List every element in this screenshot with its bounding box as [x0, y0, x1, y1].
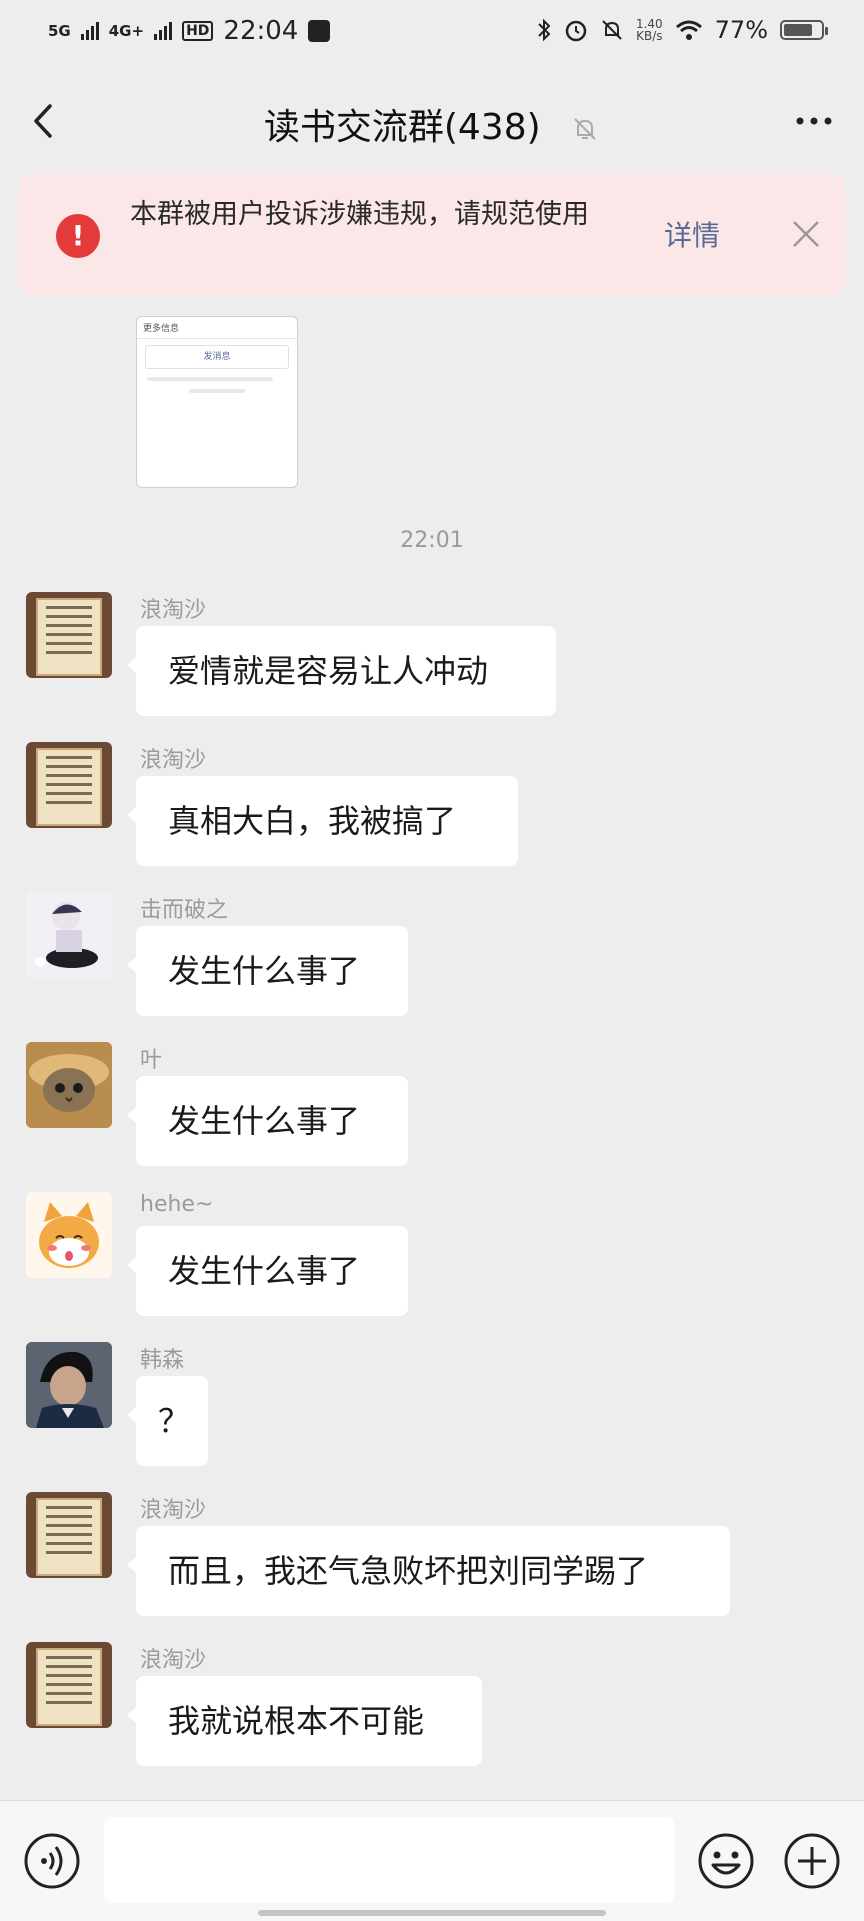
message-bubble[interactable]: ？ [127, 1376, 208, 1466]
battery-icon [780, 20, 828, 40]
shared-screenshot-card[interactable]: 更多信息 发消息 [136, 316, 298, 488]
framed-board-avatar[interactable] [26, 742, 112, 828]
sender-name: 浪淘沙 [140, 1498, 207, 1523]
framed-board-avatar[interactable] [26, 1492, 112, 1578]
notice-text: 本群被用户投诉涉嫌违规，请规范使用 [130, 199, 589, 230]
input-bar [0, 1800, 864, 1921]
battery-percent: 77% [714, 16, 768, 44]
message-item: 浪淘沙 真相大白，我被搞了 [0, 742, 864, 882]
wifi-icon [675, 20, 702, 40]
page-title-wrap: 读书交流群(438) [0, 98, 864, 150]
message-bubble[interactable]: 爱情就是容易让人冲动 [127, 626, 556, 716]
alarm-icon [565, 20, 587, 42]
notice-detail-link[interactable]: 详情 [664, 214, 720, 254]
message-bubble[interactable]: 发生什么事了 [127, 1076, 408, 1166]
framed-board-avatar[interactable] [26, 592, 112, 678]
warning-icon: ! [56, 214, 100, 258]
emoji-icon[interactable] [696, 1831, 756, 1891]
framed-board-avatar[interactable] [26, 1642, 112, 1728]
violation-notice: ! 本群被用户投诉涉嫌违规，请规范使用 详情 [18, 174, 846, 296]
voice-icon[interactable] [22, 1831, 82, 1891]
message-item: 浪淘沙 爱情就是容易让人冲动 [0, 592, 864, 732]
close-icon[interactable] [784, 212, 828, 256]
bluetooth-icon [538, 18, 551, 42]
cat-avatar[interactable] [26, 1042, 112, 1128]
message-bubble[interactable]: 发生什么事了 [127, 1226, 408, 1316]
message-item: 韩森 ？ [0, 1342, 864, 1482]
sender-name: 韩森 [140, 1348, 185, 1373]
status-left: 5G 4G+ HD 22:04 [48, 16, 331, 46]
plus-icon[interactable] [782, 1831, 842, 1891]
shiba-avatar-image [26, 1192, 112, 1278]
network-5g-label: 5G [48, 22, 71, 40]
chat-area[interactable]: 更多信息 发消息 22:01 浪淘沙 爱情就是容易让人冲动 浪淘沙 真相大白，我… [0, 310, 864, 1800]
message-item: 叶 发生什么事了 [0, 1042, 864, 1182]
shiba-avatar[interactable] [26, 1192, 112, 1278]
more-icon[interactable] [786, 96, 842, 146]
preview-button: 发消息 [145, 345, 289, 369]
preview-header: 更多信息 [137, 317, 297, 339]
battery-fill [784, 24, 812, 36]
anime-avatar[interactable] [26, 892, 112, 978]
boy-avatar[interactable] [26, 1342, 112, 1428]
sender-name: hehe~ [140, 1192, 214, 1217]
network-4g-label: 4G+ [108, 22, 145, 40]
message-bubble[interactable]: 真相大白，我被搞了 [127, 776, 518, 866]
nav-bar: 读书交流群(438) [0, 68, 864, 174]
status-right: 1.40 KB/s 77% [536, 16, 828, 44]
status-bar: 5G 4G+ HD 22:04 1.40 KB/s 77% [0, 0, 864, 68]
clock: 22:04 [223, 16, 299, 46]
message-item: 浪淘沙 而且，我还气急败坏把刘同学踢了 [0, 1492, 864, 1632]
sender-name: 浪淘沙 [140, 1648, 207, 1673]
home-indicator[interactable] [258, 1910, 606, 1916]
hd-badge: HD [182, 21, 214, 41]
sender-name: 叶 [140, 1048, 163, 1073]
muted-bell-icon [574, 118, 596, 140]
message-bubble[interactable]: 而且，我还气急败坏把刘同学踢了 [127, 1526, 730, 1616]
sender-name: 浪淘沙 [140, 748, 207, 773]
net-speed: 1.40 KB/s [636, 18, 663, 42]
message-item: 击而破之 发生什么事了 [0, 892, 864, 1032]
sender-name: 浪淘沙 [140, 598, 207, 623]
message-bubble[interactable]: 发生什么事了 [127, 926, 408, 1016]
sender-name: 击而破之 [140, 898, 229, 923]
page-title: 读书交流群(438) [263, 107, 541, 148]
anime-avatar-image [35, 902, 98, 968]
signal-icon-2 [154, 22, 173, 40]
preview-lines [147, 377, 287, 393]
timestamp: 22:01 [400, 528, 464, 553]
message-bubble[interactable]: 我就说根本不可能 [127, 1676, 482, 1766]
boy-avatar-image [26, 1342, 112, 1428]
message-input[interactable] [104, 1817, 674, 1903]
message-item: 浪淘沙 我就说根本不可能 [0, 1642, 864, 1782]
net-speed-unit: KB/s [636, 29, 663, 43]
cat-avatar-image [26, 1042, 112, 1128]
message-item: hehe~ 发生什么事了 [0, 1192, 864, 1332]
app-notification-icon [308, 20, 331, 42]
signal-icon [80, 22, 99, 40]
mute-bell-icon [602, 20, 622, 40]
